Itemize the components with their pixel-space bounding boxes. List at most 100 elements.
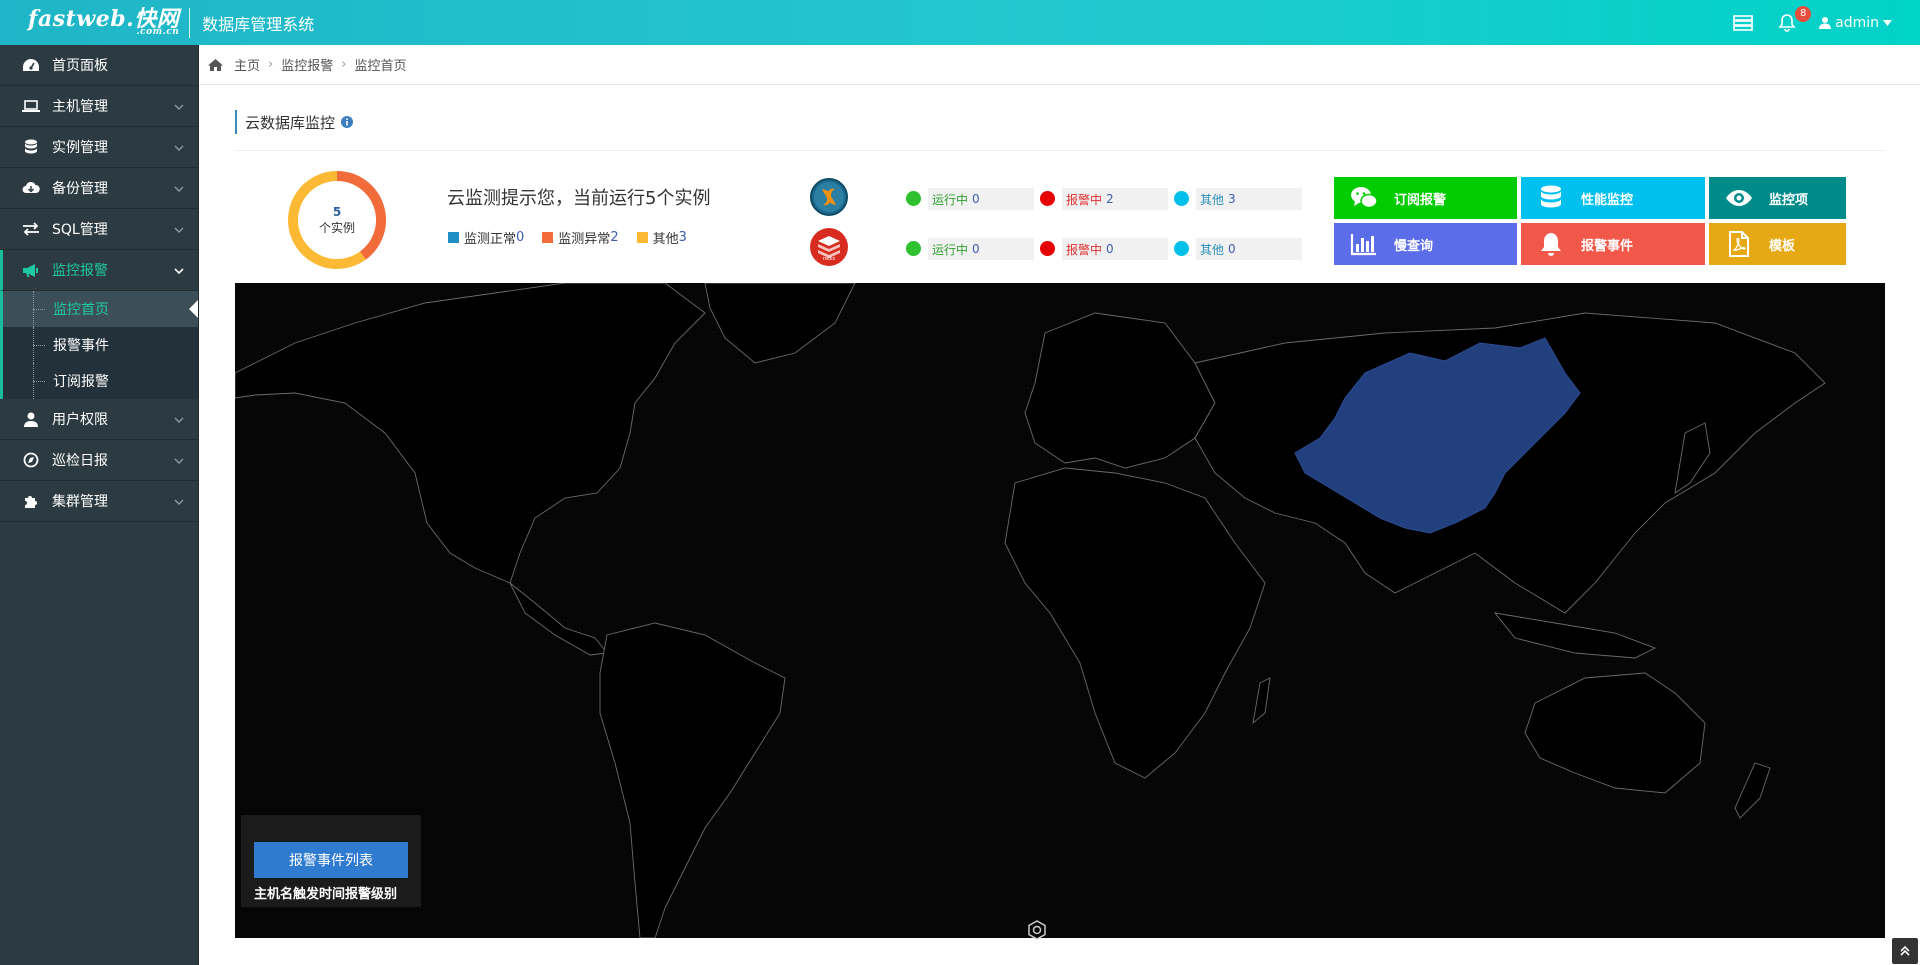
- submenu-item-monitor-home[interactable]: 监控首页: [3, 291, 198, 327]
- info-icon[interactable]: [341, 116, 354, 128]
- status-value: 0: [1106, 242, 1114, 256]
- tip-suffix: 个实例: [656, 188, 711, 209]
- laptop-icon: [20, 97, 42, 115]
- sidebar-item-label: SQL管理: [52, 222, 108, 238]
- redis-logo-icon[interactable]: redis: [810, 228, 848, 266]
- double-chevron-up-icon: [1900, 946, 1910, 956]
- sidebar: 首页面板 主机管理 实例管理 备份管理 SQL管理 监控报警 监控首页 报警事件…: [0, 45, 199, 965]
- monitoring-submenu: 监控首页 报警事件 订阅报警: [0, 291, 198, 399]
- puzzle-icon: [20, 492, 42, 510]
- cloud-download-icon: [20, 179, 42, 197]
- chevron-down-icon: [174, 181, 184, 197]
- alarm-events-list-button[interactable]: 报警事件列表: [254, 842, 408, 878]
- world-map[interactable]: [235, 283, 1885, 938]
- bell-icon[interactable]: 8: [1775, 5, 1812, 35]
- sidebar-item-instances[interactable]: 实例管理: [0, 127, 198, 168]
- tip-prefix: 云监测提示您，当前运行: [447, 188, 645, 209]
- breadcrumb-home[interactable]: 主页: [234, 55, 260, 74]
- status-value: 0: [972, 242, 980, 256]
- sidebar-item-hosts[interactable]: 主机管理: [0, 86, 198, 127]
- status-label: 报警中: [1066, 192, 1103, 207]
- section-divider: [235, 150, 1885, 151]
- app-title: 数据库管理系统: [202, 14, 315, 34]
- legend-label: 监测异常: [558, 232, 611, 247]
- tile-label: 性能监控: [1581, 192, 1634, 208]
- legend-abnormal: 监测异常 2: [542, 228, 619, 247]
- sidebar-item-user-permissions[interactable]: 用户权限: [0, 399, 198, 440]
- home-icon[interactable]: [207, 58, 224, 72]
- sidebar-item-backup[interactable]: 备份管理: [0, 168, 198, 209]
- legend-swatch: [542, 232, 554, 243]
- legend-label: 监测正常: [464, 232, 517, 247]
- breadcrumb-separator: ›: [341, 57, 347, 72]
- chevron-down-icon: [174, 263, 184, 279]
- sidebar-item-dashboard[interactable]: 首页面板: [0, 45, 198, 86]
- sidebar-item-label: 首页面板: [52, 58, 108, 74]
- sidebar-item-sql[interactable]: SQL管理: [0, 209, 198, 250]
- legend-value: 2: [610, 230, 619, 245]
- notification-badge: 8: [1795, 5, 1812, 22]
- compass-icon: [20, 451, 42, 469]
- database-icon: [20, 138, 42, 156]
- slow-query-tile[interactable]: 慢查询: [1334, 223, 1517, 265]
- status-label: 其他: [1200, 242, 1225, 257]
- redis-alarm-status[interactable]: 报警中 0: [1040, 238, 1168, 260]
- legend-value: 0: [516, 230, 525, 245]
- breadcrumb-current: 监控首页: [354, 59, 407, 74]
- top-right-tools: 8 admin: [1731, 0, 1920, 45]
- monitor-items-tile[interactable]: 监控项: [1709, 177, 1846, 219]
- redis-running-status[interactable]: 运行中 0: [906, 238, 1034, 260]
- bullhorn-icon: [20, 261, 42, 279]
- pdf-file-icon: [1709, 231, 1769, 257]
- user-menu[interactable]: admin: [1819, 15, 1892, 31]
- user-icon: [20, 410, 42, 428]
- mysql-other-status[interactable]: 其他 3: [1174, 188, 1302, 210]
- mysql-alarm-status[interactable]: 报警中 2: [1040, 188, 1168, 210]
- submenu-item-subscribe-alarm[interactable]: 订阅报警: [3, 363, 198, 399]
- status-label: 报警中: [1066, 242, 1103, 257]
- breadcrumb: 主页 › 监控报警 › 监控首页: [200, 45, 1920, 85]
- submenu-item-label: 订阅报警: [53, 374, 109, 390]
- map-restore-icon[interactable]: [1026, 919, 1048, 941]
- sidebar-item-cluster[interactable]: 集群管理: [0, 481, 198, 522]
- bell-icon: [1521, 231, 1581, 257]
- section-title: 云数据库监控: [245, 113, 336, 132]
- alarm-events-tile[interactable]: 报警事件: [1521, 223, 1705, 265]
- legend-swatch: [448, 232, 459, 243]
- alarm-list-header: 主机名触发时间报警级别: [254, 887, 398, 902]
- submenu-item-label: 报警事件: [53, 338, 109, 354]
- chevron-down-icon: [174, 99, 184, 115]
- submenu-item-alarm-events[interactable]: 报警事件: [3, 327, 198, 363]
- bar-chart-icon: [1334, 232, 1394, 256]
- user-name: admin: [1835, 14, 1879, 31]
- status-dot: [1174, 191, 1189, 206]
- donut-center: 5 个实例: [285, 168, 389, 272]
- scroll-to-top-button[interactable]: [1892, 938, 1918, 964]
- performance-monitor-tile[interactable]: 性能监控: [1521, 177, 1705, 219]
- chevron-down-icon: [174, 453, 184, 469]
- redis-other-status[interactable]: 其他 0: [1174, 238, 1302, 260]
- status-value: 2: [1106, 192, 1114, 206]
- server-list-icon[interactable]: [1731, 11, 1755, 35]
- sidebar-item-daily-report[interactable]: 巡检日报: [0, 440, 198, 481]
- legend-normal: 监测正常 0: [448, 228, 524, 247]
- subscribe-alarm-tile[interactable]: 订阅报警: [1334, 177, 1517, 219]
- status-legend: 监测正常 0 监测异常 2 其他 3: [448, 228, 705, 247]
- status-value: 0: [1228, 242, 1236, 256]
- donut-unit: 个实例: [318, 220, 355, 235]
- sidebar-item-monitoring[interactable]: 监控报警: [0, 250, 198, 291]
- database-icon: [1521, 185, 1581, 211]
- tile-label: 报警事件: [1581, 238, 1634, 254]
- status-label: 其他: [1200, 192, 1225, 207]
- mysql-logo-icon[interactable]: [810, 178, 848, 216]
- breadcrumb-monitoring[interactable]: 监控报警: [281, 55, 333, 74]
- mysql-running-status[interactable]: 运行中 0: [906, 188, 1034, 210]
- status-value: 0: [972, 192, 980, 206]
- logo[interactable]: fastweb.快网 .com.cn 数据库管理系统: [0, 0, 314, 45]
- sidebar-item-label: 用户权限: [52, 412, 108, 428]
- breadcrumb-separator: ›: [268, 57, 274, 72]
- active-indicator: [189, 300, 198, 318]
- chevron-down-icon: [174, 222, 184, 238]
- chevron-down-icon: [174, 494, 184, 510]
- template-tile[interactable]: 模板: [1709, 223, 1846, 265]
